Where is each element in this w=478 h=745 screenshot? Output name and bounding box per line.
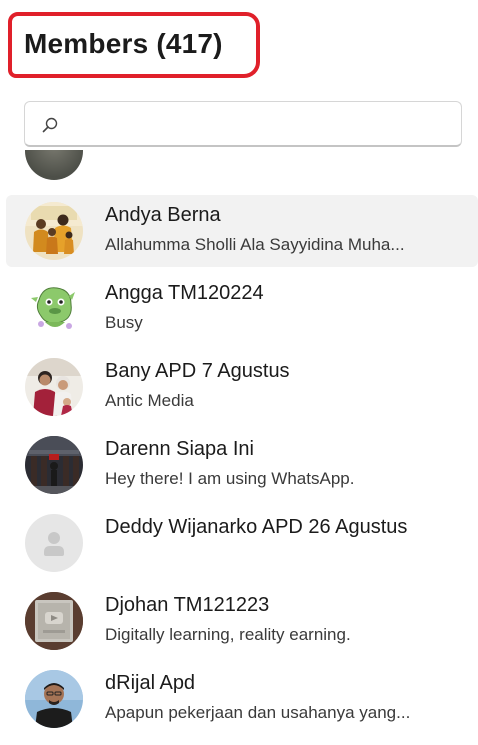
avatar <box>25 202 83 260</box>
member-name: dRijal Apd <box>105 672 196 694</box>
member-status: Busy <box>105 313 143 332</box>
member-status: Allahumma Sholli Ala Sayyidina Muha... <box>105 235 405 254</box>
member-status: Antic Media <box>105 391 194 410</box>
list-item[interactable]: Bany APD 7 Agustus Antic Media <box>6 351 478 423</box>
list-item[interactable]: Deddy Wijanarko APD 26 Agustus <box>6 507 478 579</box>
page-title: Members (417) <box>24 28 223 59</box>
avatar <box>25 150 83 180</box>
member-status: Digitally learning, reality earning. <box>105 625 351 644</box>
member-status: Hey there! I am using WhatsApp. <box>105 469 355 488</box>
avatar <box>25 436 83 494</box>
avatar <box>25 592 83 650</box>
list-item[interactable]: Andya Berna Allahumma Sholli Ala Sayyidi… <box>6 195 478 267</box>
member-name: Bany APD 7 Agustus <box>105 360 290 382</box>
member-name: Andya Berna <box>105 204 221 226</box>
list-item[interactable]: Angga TM120224 Busy <box>6 273 478 345</box>
member-status: Apapun pekerjaan dan usahanya yang... <box>105 703 411 722</box>
search-box[interactable] <box>24 101 462 147</box>
list-item[interactable]: dRijal Apd Apapun pekerjaan dan usahanya… <box>6 663 478 735</box>
default-person-icon <box>25 514 83 572</box>
member-name: Djohan TM121223 <box>105 594 270 616</box>
member-name: Deddy Wijanarko APD 26 Agustus <box>105 516 408 538</box>
member-name: Darenn Siapa Ini <box>105 438 254 460</box>
avatar <box>25 670 83 728</box>
member-name: Angga TM120224 <box>105 282 264 304</box>
avatar <box>25 280 83 338</box>
members-list[interactable]: Andya Berna Allahumma Sholli Ala Sayyidi… <box>0 150 478 745</box>
search-icon <box>41 116 59 134</box>
search-input[interactable] <box>69 110 453 140</box>
avatar <box>25 358 83 416</box>
list-item[interactable]: Djohan TM121223 Digitally learning, real… <box>6 585 478 657</box>
list-item[interactable]: Darenn Siapa Ini Hey there! I am using W… <box>6 429 478 501</box>
